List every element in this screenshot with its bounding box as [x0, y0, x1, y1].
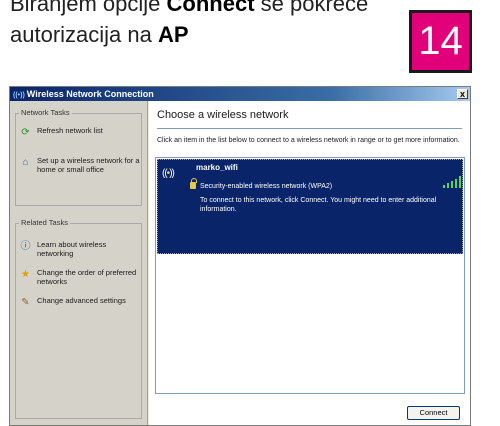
related-tasks-header: Related Tasks [19, 218, 70, 227]
task-label: Change advanced settings [37, 296, 126, 305]
signal-bar-2 [447, 183, 449, 188]
refresh-icon: ⟳ [21, 127, 30, 138]
signal-strength-icon [443, 176, 461, 188]
wireless-connection-window: ((•)) Wireless Network Connection x Netwo… [9, 86, 471, 426]
task-label: Refresh network list [37, 126, 103, 135]
title-bar[interactable]: ((•)) Wireless Network Connection x [10, 87, 470, 101]
network-security-label: Security-enabled wireless network (WPA2) [200, 183, 333, 190]
task-sidebar: Network Tasks ⟳ Refresh network list ⌂ S… [10, 101, 148, 425]
info-icon: ⓘ [20, 241, 31, 252]
caption-text: Biranjem opcije [10, 0, 167, 16]
wireless-signal-icon: ((•)) [162, 168, 175, 179]
task-label: Change the order of preferred networks [37, 268, 137, 286]
change-network-order-link[interactable]: ★ Change the order of preferred networks [20, 268, 140, 294]
lock-icon [190, 178, 197, 189]
network-tasks-header: Network Tasks [19, 108, 72, 117]
network-item-marko-wifi[interactable]: ((•)) marko_wifi Security-enabled wirele… [157, 159, 463, 254]
task-label: Set up a wireless network for a home or … [37, 156, 140, 174]
close-button[interactable]: x [457, 89, 468, 99]
network-list[interactable]: ((•)) marko_wifi Security-enabled wirele… [155, 157, 465, 394]
heading-divider [157, 128, 462, 129]
related-tasks-group: Related Tasks ⓘ Learn about wireless net… [15, 218, 142, 419]
caption-line-1: Biranjem opcije Connect se pokreće [10, 0, 368, 19]
learn-wireless-networking-link[interactable]: ⓘ Learn about wireless networking [20, 240, 140, 266]
caption-line-2: autorizacija na AP [10, 20, 189, 50]
task-label: Learn about wireless networking [37, 240, 107, 258]
network-tasks-group: Network Tasks ⟳ Refresh network list ⌂ S… [15, 108, 142, 206]
network-connect-hint: To connect to this network, click Connec… [200, 197, 437, 213]
connect-button[interactable]: Connect [407, 406, 460, 420]
setup-network-icon: ⌂ [22, 157, 29, 168]
signal-bar-5 [459, 176, 461, 188]
caption-keyword-ap: AP [157, 22, 189, 47]
advanced-settings-icon: ✎ [21, 297, 30, 308]
caption-text: se pokreće [254, 0, 369, 16]
signal-bar-3 [451, 181, 453, 188]
change-advanced-settings-link[interactable]: ✎ Change advanced settings [20, 296, 140, 322]
setup-wireless-network-link[interactable]: ⌂ Set up a wireless network for a home o… [20, 156, 140, 182]
window-title: Wireless Network Connection [26, 89, 154, 99]
signal-bar-1 [443, 185, 445, 188]
network-ssid: marko_wifi [196, 163, 238, 172]
step-number-badge: 14 [409, 10, 472, 73]
caption-text: autorizacija na [10, 22, 158, 47]
signal-bar-4 [455, 179, 457, 188]
main-pane: Choose a wireless network Click an item … [149, 101, 470, 425]
star-icon: ★ [21, 269, 30, 280]
caption-keyword-connect: Connect [166, 0, 255, 16]
page-title: Choose a wireless network [157, 109, 289, 121]
refresh-network-list-link[interactable]: ⟳ Refresh network list [20, 126, 140, 152]
instructions-text: Click an item in the list below to conne… [157, 137, 460, 144]
